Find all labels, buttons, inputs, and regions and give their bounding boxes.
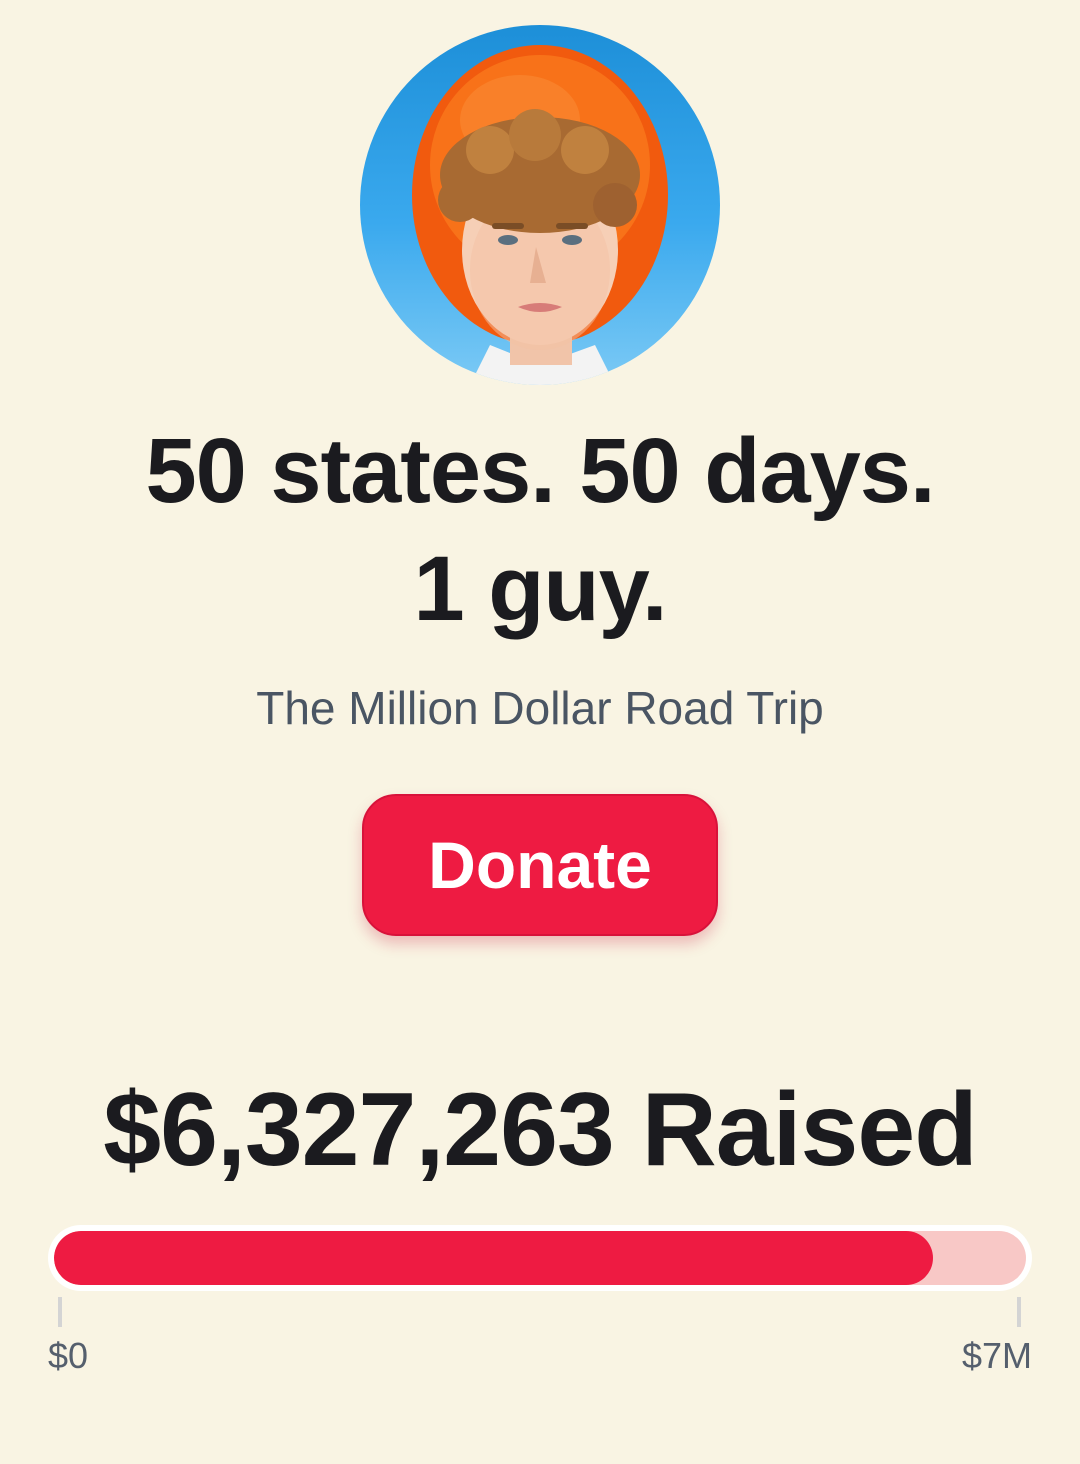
progress-max-label: $7M xyxy=(961,1335,1032,1376)
headline: 50 states. 50 days. 1 guy. xyxy=(40,412,1040,648)
progress-bar xyxy=(48,1225,1032,1291)
progress-tick-max xyxy=(1017,1297,1021,1327)
progress-track xyxy=(54,1231,1026,1285)
donate-button[interactable]: Donate xyxy=(362,794,718,936)
progress-min-label: $0 xyxy=(48,1335,89,1376)
progress-fill xyxy=(54,1231,933,1285)
headline-line-1: 50 states. 50 days. xyxy=(145,420,935,522)
fundraiser-page: 50 states. 50 days. 1 guy. The Million D… xyxy=(0,0,1080,1464)
subtitle: The Million Dollar Road Trip xyxy=(256,682,824,734)
headline-line-2: 1 guy. xyxy=(413,538,667,640)
avatar-portrait xyxy=(412,45,668,385)
avatar xyxy=(360,25,720,385)
progress-tick-min xyxy=(58,1297,62,1327)
raised-amount: $6,327,263 Raised xyxy=(103,1072,977,1188)
